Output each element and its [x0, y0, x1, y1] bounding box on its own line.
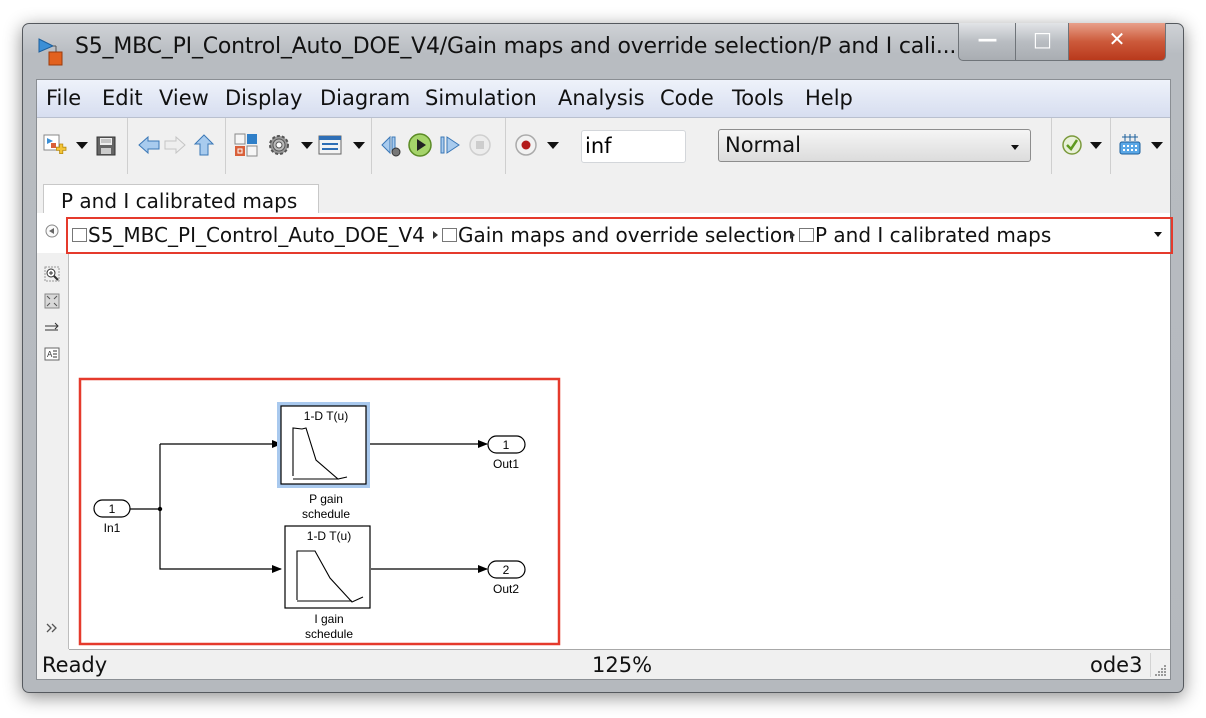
save-icon[interactable]: [93, 132, 119, 158]
subsystem-icon: [799, 228, 814, 242]
block-i-gain-schedule[interactable]: 1-D T(u) I gain schedule: [284, 525, 371, 641]
zoom-icon[interactable]: [44, 266, 60, 282]
fit-to-view-icon[interactable]: [44, 293, 60, 309]
block-name: schedule: [302, 507, 350, 521]
resize-grip-icon[interactable]: [1155, 664, 1167, 676]
model-explorer-icon[interactable]: [317, 132, 343, 158]
solver-name: ode3: [1090, 653, 1143, 677]
library-browser-icon[interactable]: [233, 132, 259, 158]
expand-icon[interactable]: [44, 620, 60, 636]
simulink-app-icon: [38, 38, 63, 66]
branch-point: [157, 506, 163, 512]
menu-edit[interactable]: Edit: [102, 86, 143, 110]
close-icon: ✕: [1108, 27, 1126, 51]
annotation-icon[interactable]: A: [44, 346, 60, 362]
close-button[interactable]: ✕: [1068, 23, 1166, 61]
toolbar: inf Normal: [37, 118, 1170, 174]
breadcrumb-dropdown[interactable]: [1154, 232, 1162, 237]
breadcrumb-item-gain-maps[interactable]: Gain maps and override selection: [458, 223, 795, 247]
inport-name: In1: [104, 521, 121, 535]
palette: A: [37, 254, 69, 649]
stop-icon[interactable]: [467, 132, 493, 158]
title-bar[interactable]: S5_MBC_PI_Control_Auto_DOE_V4/Gain maps …: [23, 23, 1183, 74]
outport-out1[interactable]: 1 Out1: [487, 435, 526, 471]
step-forward-icon[interactable]: [437, 132, 463, 158]
inport-in1[interactable]: 1 In1: [93, 499, 131, 535]
back-arrow-icon[interactable]: [136, 132, 162, 158]
menu-file[interactable]: File: [46, 86, 81, 110]
diagram-canvas[interactable]: 1 In1 1-D T(u) P gain schedule 1-D T(u) …: [69, 254, 1170, 650]
subsystem-icon: [442, 228, 457, 242]
menu-diagram[interactable]: Diagram: [320, 86, 410, 110]
run-icon[interactable]: [407, 132, 433, 158]
step-back-icon[interactable]: [379, 132, 405, 158]
block-name: P gain: [309, 492, 343, 506]
build-dropdown[interactable]: [1151, 142, 1163, 149]
breadcrumb-separator-icon: [433, 231, 438, 239]
breadcrumb-separator-icon: [790, 231, 795, 239]
forward-arrow-icon[interactable]: [162, 132, 188, 158]
block-name: I gain: [314, 612, 343, 626]
outport-out2[interactable]: 2 Out2: [487, 560, 526, 596]
model-config-icon[interactable]: [266, 132, 292, 158]
menu-display[interactable]: Display: [225, 86, 302, 110]
maximize-icon: □: [1033, 27, 1052, 51]
inport-number: 1: [109, 502, 116, 516]
outport-name: Out2: [493, 582, 519, 596]
simulink-window: S5_MBC_PI_Control_Auto_DOE_V4/Gain maps …: [22, 23, 1184, 693]
model-advisor-dropdown[interactable]: [1090, 142, 1102, 149]
model-explorer-dropdown[interactable]: [353, 142, 365, 149]
outport-number: 2: [503, 563, 510, 577]
menu-help[interactable]: Help: [805, 86, 853, 110]
maximize-button[interactable]: □: [1015, 23, 1070, 61]
up-arrow-icon[interactable]: [191, 132, 217, 158]
route-lines-icon[interactable]: [44, 320, 60, 336]
model-advisor-icon[interactable]: [1059, 132, 1085, 158]
block-type-label: 1-D T(u): [304, 409, 348, 423]
outport-number: 1: [503, 438, 510, 452]
build-icon[interactable]: [1117, 132, 1143, 158]
tab-bar: P and I calibrated maps: [37, 174, 1170, 217]
window-title: S5_MBC_PI_Control_Auto_DOE_V4/Gain maps …: [75, 34, 957, 59]
signal-line[interactable]: [159, 444, 282, 573]
simulation-mode-select[interactable]: Normal: [718, 129, 1031, 162]
block-name: schedule: [305, 627, 353, 641]
record-icon[interactable]: [513, 132, 539, 158]
outport-name: Out1: [493, 457, 519, 471]
tab-label: P and I calibrated maps: [61, 189, 298, 213]
block-diagram: 1 In1 1-D T(u) P gain schedule 1-D T(u) …: [78, 377, 561, 646]
minimize-icon: —: [977, 27, 998, 51]
hide-explorer-icon[interactable]: [44, 223, 60, 239]
chevron-down-icon: [1011, 145, 1019, 150]
minimize-button[interactable]: —: [958, 23, 1017, 61]
svg-text:A: A: [47, 350, 53, 359]
new-model-dropdown[interactable]: [76, 142, 88, 149]
status-bar: Ready 125% ode3: [37, 650, 1170, 679]
stop-time-input[interactable]: inf: [581, 130, 686, 163]
menu-code[interactable]: Code: [660, 86, 714, 110]
block-type-label: 1-D T(u): [307, 529, 351, 543]
client-area: File Edit View Display Diagram Simulatio…: [36, 79, 1173, 680]
model-icon: [72, 228, 87, 242]
breadcrumb-item-model[interactable]: S5_MBC_PI_Control_Auto_DOE_V4: [88, 223, 425, 247]
breadcrumb: S5_MBC_PI_Control_Auto_DOE_V4 Gain maps …: [66, 217, 1173, 254]
breadcrumb-item-p-and-i[interactable]: P and I calibrated maps: [815, 223, 1051, 247]
explorer-bar: S5_MBC_PI_Control_Auto_DOE_V4 Gain maps …: [37, 213, 1173, 254]
menu-analysis[interactable]: Analysis: [558, 86, 645, 110]
simulation-mode-value: Normal: [725, 133, 801, 157]
menu-tools[interactable]: Tools: [732, 86, 784, 110]
zoom-level: 125%: [592, 653, 653, 677]
menu-simulation[interactable]: Simulation: [425, 86, 537, 110]
menu-bar: File Edit View Display Diagram Simulatio…: [37, 80, 1170, 118]
menu-view[interactable]: View: [159, 86, 209, 110]
record-dropdown[interactable]: [547, 142, 559, 149]
new-model-icon[interactable]: [42, 132, 68, 158]
model-config-dropdown[interactable]: [301, 142, 313, 149]
status-text: Ready: [42, 653, 108, 677]
block-p-gain-schedule[interactable]: 1-D T(u) P gain schedule: [277, 402, 370, 521]
